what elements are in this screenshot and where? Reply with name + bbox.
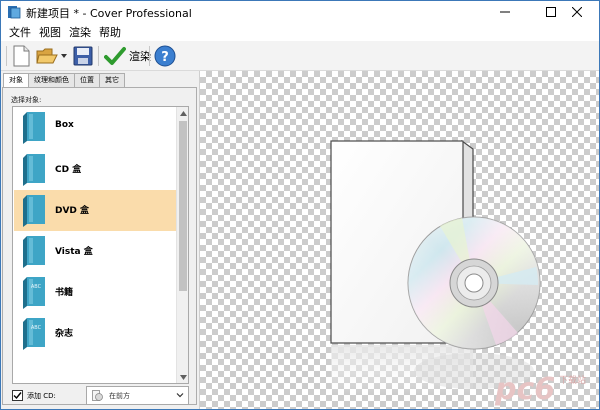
- help-button[interactable]: ?: [154, 44, 176, 68]
- window-title: 新建项目 * - Cover Professional: [26, 7, 192, 20]
- chevron-down-icon: [179, 374, 187, 380]
- book-cover-icon: ABC: [23, 277, 45, 309]
- object-list-item[interactable]: ABC 杂志: [14, 313, 176, 354]
- add-cd-row: 添加 CD:: [12, 390, 56, 401]
- cd-disc: [407, 216, 541, 350]
- object-list-item[interactable]: Box: [14, 107, 176, 148]
- app-window: 新建项目 * - Cover Professional 文件 视图 渲染 帮助: [0, 0, 600, 410]
- toolbar-separator: [149, 46, 150, 66]
- icon-glyph: ABC: [31, 325, 42, 331]
- scroll-thumb[interactable]: [179, 121, 187, 291]
- open-dropdown-button[interactable]: [61, 44, 67, 68]
- add-cd-checkbox[interactable]: [12, 390, 23, 401]
- watermark-tagline: 下载站: [559, 374, 586, 386]
- object-list-item[interactable]: Vista 盒: [14, 231, 176, 272]
- list-scrollbar[interactable]: [176, 107, 188, 383]
- select-object-label: 选择对象:: [11, 96, 42, 104]
- object-list-item-label: Box: [55, 120, 74, 130]
- scroll-up-button[interactable]: [177, 107, 188, 119]
- dvd-case-cover-icon: [23, 195, 45, 227]
- tab-textures-colors[interactable]: 纹理和颜色: [28, 73, 75, 87]
- object-list-item-label: DVD 盒: [55, 206, 90, 216]
- save-project-button[interactable]: [73, 44, 93, 68]
- left-panel: 对象 纹理和颜色 位置 其它 选择对象: ABC 杂志 ABC 书籍 Vista 盒 DV…: [1, 71, 199, 409]
- tab-other[interactable]: 其它: [99, 73, 125, 87]
- render-label: 渲染: [129, 50, 151, 63]
- chevron-down-icon: [176, 393, 184, 398]
- open-project-button[interactable]: [36, 44, 58, 68]
- object-list[interactable]: ABC 杂志 ABC 书籍 Vista 盒 DVD 盒 CD 盒 Box: [12, 106, 189, 384]
- svg-text:?: ?: [161, 50, 169, 65]
- tab-position[interactable]: 位置: [74, 73, 100, 87]
- checkmark-icon: [13, 392, 22, 400]
- new-file-icon: [13, 45, 30, 67]
- scroll-down-button[interactable]: [177, 371, 188, 383]
- preview-canvas[interactable]: [199, 71, 599, 409]
- object-list-item-label: 书籍: [55, 288, 74, 298]
- toolbar-grip: [6, 46, 7, 66]
- object-list-item[interactable]: DVD 盒: [14, 190, 176, 231]
- help-icon: ?: [154, 45, 176, 67]
- minimize-icon: [500, 11, 510, 13]
- cd-front-icon: [92, 390, 103, 401]
- cd-style-select[interactable]: 在前方: [86, 386, 189, 405]
- close-icon: [572, 7, 582, 17]
- menu-view[interactable]: 视图: [39, 24, 61, 40]
- object-list-item[interactable]: CD 盒: [14, 149, 176, 190]
- box-cover-icon: [23, 112, 45, 144]
- toolbar-separator: [98, 46, 99, 66]
- object-list-item-label: CD 盒: [55, 165, 82, 175]
- menu-help[interactable]: 帮助: [99, 24, 121, 40]
- icon-glyph: ABC: [31, 284, 42, 290]
- objects-tab-pane: 选择对象: ABC 杂志 ABC 书籍 Vista 盒 DVD 盒 CD 盒 Box 添加 C…: [2, 87, 197, 405]
- chevron-up-icon: [179, 110, 187, 116]
- menu-bar: 文件 视图 渲染 帮助: [1, 23, 599, 41]
- object-list-item-label: 杂志: [55, 329, 74, 339]
- menu-render[interactable]: 渲染: [69, 24, 91, 40]
- add-cd-label: 添加 CD:: [27, 391, 56, 400]
- watermark-brand: pc6: [494, 372, 555, 407]
- tab-objects[interactable]: 对象: [3, 73, 29, 88]
- dvd-cover-preview: [330, 139, 541, 395]
- render-check-icon: [104, 47, 126, 65]
- object-list-item-label: Vista 盒: [55, 247, 93, 257]
- magazine-cover-icon: ABC: [23, 318, 45, 350]
- site-watermark: pc6 下载站: [494, 372, 586, 407]
- app-icon: [8, 6, 21, 19]
- minimize-button[interactable]: [483, 1, 527, 23]
- render-button[interactable]: 渲染: [104, 44, 151, 68]
- cd-case-cover-icon: [23, 154, 45, 186]
- tab-strip: 对象 纹理和颜色 位置 其它: [3, 73, 125, 88]
- close-button[interactable]: [555, 1, 599, 23]
- vista-box-cover-icon: [23, 236, 45, 268]
- toolbar: 渲染 ?: [1, 41, 599, 71]
- dropdown-arrow-icon: [61, 54, 67, 58]
- save-disk-icon: [73, 46, 93, 66]
- cd-style-value: 在前方: [109, 392, 130, 400]
- menu-file[interactable]: 文件: [9, 24, 31, 40]
- object-list-item[interactable]: ABC 书籍: [14, 272, 176, 313]
- open-folder-icon: [36, 48, 58, 64]
- title-bar[interactable]: 新建项目 * - Cover Professional: [1, 1, 599, 23]
- new-project-button[interactable]: [11, 44, 31, 68]
